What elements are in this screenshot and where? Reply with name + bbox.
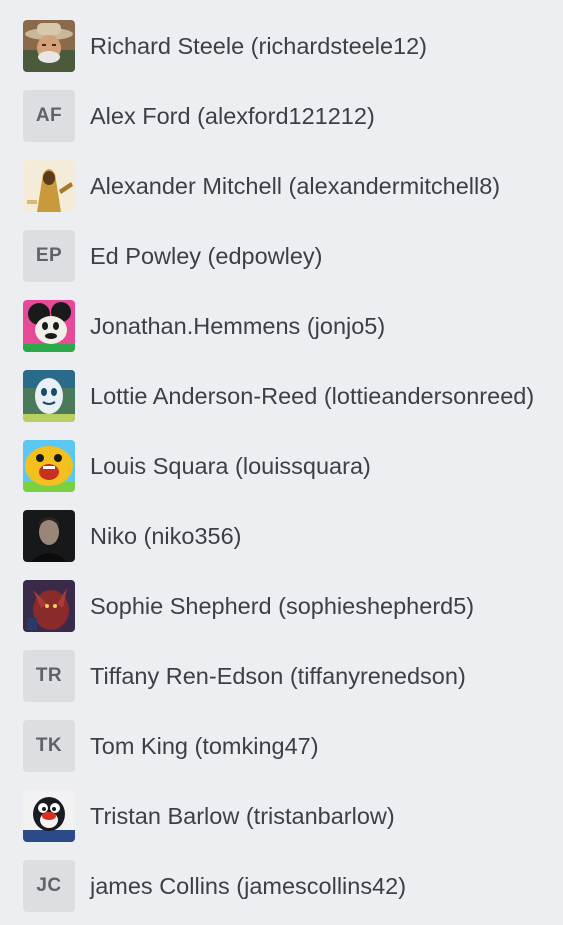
member-row[interactable]: TK Tom King (tomking47) <box>0 711 563 781</box>
member-row[interactable]: JC james Collins (jamescollins42) <box>0 851 563 921</box>
red-creature-avatar <box>23 580 75 632</box>
penguin-avatar <box>23 790 75 842</box>
yellow-dog-avatar <box>23 440 75 492</box>
initials-avatar: TK <box>23 720 75 772</box>
member-name: Niko (niko356) <box>90 522 242 549</box>
member-row[interactable]: Jonathan.Hemmens (jonjo5) <box>0 291 563 361</box>
member-row[interactable]: Alexander Mitchell (alexandermitchell8) <box>0 151 563 221</box>
dark-portrait-avatar <box>23 510 75 562</box>
hooded-figure-avatar <box>23 160 75 212</box>
member-name: Sophie Shepherd (sophieshepherd5) <box>90 592 475 619</box>
member-row[interactable]: AF Alex Ford (alexford121212) <box>0 81 563 151</box>
member-name: Alexander Mitchell (alexandermitchell8) <box>90 172 501 199</box>
member-list: Richard Steele (richardsteele12) AF Alex… <box>0 0 563 921</box>
member-row[interactable]: Lottie Anderson-Reed (lottieandersonreed… <box>0 361 563 431</box>
egg-character-avatar <box>23 370 75 422</box>
member-name: james Collins (jamescollins42) <box>90 872 407 899</box>
member-name: Jonathan.Hemmens (jonjo5) <box>90 312 386 339</box>
member-name: Ed Powley (edpowley) <box>90 242 323 269</box>
member-row[interactable]: EP Ed Powley (edpowley) <box>0 221 563 291</box>
member-name: Alex Ford (alexford121212) <box>90 102 375 129</box>
initials-avatar: AF <box>23 90 75 142</box>
cartoon-mouse-avatar <box>23 300 75 352</box>
member-name: Tiffany Ren-Edson (tiffanyrenedson) <box>90 662 466 689</box>
member-name: Tristan Barlow (tristanbarlow) <box>90 802 395 829</box>
member-row[interactable]: TR Tiffany Ren-Edson (tiffanyrenedson) <box>0 641 563 711</box>
member-row[interactable]: Tristan Barlow (tristanbarlow) <box>0 781 563 851</box>
member-row[interactable]: Niko (niko356) <box>0 501 563 571</box>
member-row[interactable]: Richard Steele (richardsteele12) <box>0 11 563 81</box>
member-name: Louis Squara (louissquara) <box>90 452 371 479</box>
initials-avatar: TR <box>23 650 75 702</box>
cowboy-portrait-avatar <box>23 20 75 72</box>
initials-avatar: EP <box>23 230 75 282</box>
member-name: Lottie Anderson-Reed (lottieandersonreed… <box>90 382 535 409</box>
member-name: Richard Steele (richardsteele12) <box>90 32 427 59</box>
member-row[interactable]: Louis Squara (louissquara) <box>0 431 563 501</box>
member-name: Tom King (tomking47) <box>90 732 319 759</box>
member-row[interactable]: Sophie Shepherd (sophieshepherd5) <box>0 571 563 641</box>
initials-avatar: JC <box>23 860 75 912</box>
